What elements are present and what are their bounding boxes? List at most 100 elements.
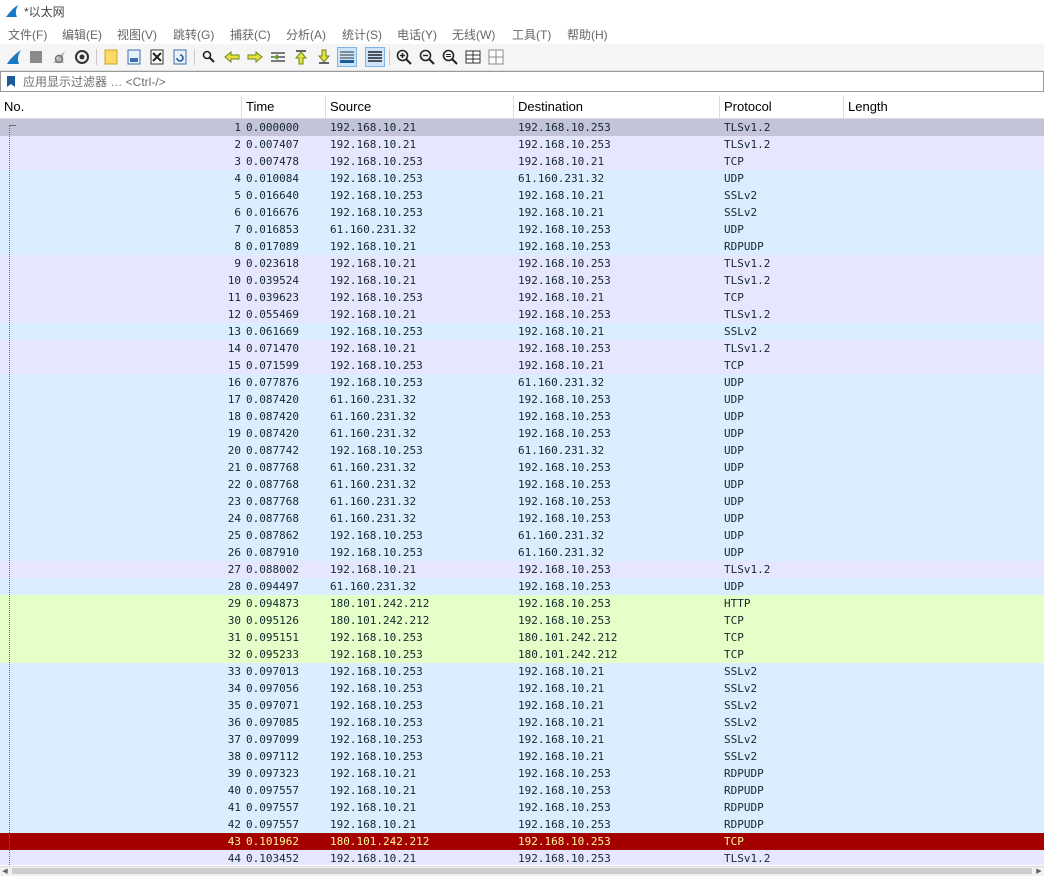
packet-no: 42 [227, 818, 241, 831]
packet-row[interactable]: 23 0.087768 61.160.231.32 192.168.10.253 UDP [0, 493, 1044, 510]
packet-row[interactable]: 43 0.101962 180.101.242.212 192.168.10.253 T… [0, 833, 1044, 850]
menu-go[interactable]: 跳转(G) [173, 26, 214, 43]
packet-row[interactable]: 15 0.071599 192.168.10.253 192.168.10.21 TCP [0, 357, 1044, 374]
packet-source: 61.160.231.32 [330, 410, 417, 423]
auto-scroll-button[interactable] [337, 47, 357, 67]
packet-row[interactable]: 19 0.087420 61.160.231.32 192.168.10.253 UDP [0, 425, 1044, 442]
close-file-button[interactable] [147, 47, 167, 67]
go-first-packet-button[interactable] [291, 47, 311, 67]
capture-options-button[interactable] [72, 47, 92, 67]
column-header-protocol[interactable]: Protocol [720, 96, 844, 118]
menu-view[interactable]: 视图(V) [117, 26, 157, 43]
packet-row[interactable]: 20 0.087742 192.168.10.253 61.160.231.32 UDP [0, 442, 1044, 459]
packet-row[interactable]: 33 0.097013 192.168.10.253 192.168.10.21 SSL… [0, 663, 1044, 680]
packet-row[interactable]: 5 0.016640 192.168.10.253 192.168.10.21 SSLv… [0, 187, 1044, 204]
packet-row[interactable]: 42 0.097557 192.168.10.21 192.168.10.253 RDP… [0, 816, 1044, 833]
toolbar-separator [96, 49, 97, 65]
packet-row[interactable]: 18 0.087420 61.160.231.32 192.168.10.253 UDP [0, 408, 1044, 425]
packet-time: 0.095126 [246, 614, 299, 627]
packet-row[interactable]: 27 0.088002 192.168.10.21 192.168.10.253 TLS… [0, 561, 1044, 578]
packet-row[interactable]: 36 0.097085 192.168.10.253 192.168.10.21 SSL… [0, 714, 1044, 731]
go-to-packet-button[interactable] [268, 47, 288, 67]
menu-telephony[interactable]: 电话(Y) [397, 26, 437, 43]
packet-time: 0.097557 [246, 801, 299, 814]
packet-row[interactable]: 16 0.077876 192.168.10.253 61.160.231.32 UDP [0, 374, 1044, 391]
packet-row[interactable]: 25 0.087862 192.168.10.253 61.160.231.32 UDP [0, 527, 1044, 544]
packet-protocol: UDP [724, 495, 744, 508]
packet-row[interactable]: 29 0.094873 180.101.242.212 192.168.10.253 H… [0, 595, 1044, 612]
packet-row[interactable]: 7 0.016853 61.160.231.32 192.168.10.253 UDP [0, 221, 1044, 238]
packet-row[interactable]: 31 0.095151 192.168.10.253 180.101.242.212 T… [0, 629, 1044, 646]
packet-row[interactable]: 9 0.023618 192.168.10.21 192.168.10.253 TLSv… [0, 255, 1044, 272]
packet-no: 13 [227, 325, 241, 338]
packet-row[interactable]: 2 0.007407 192.168.10.21 192.168.10.253 TLSv… [0, 136, 1044, 153]
menu-wireless[interactable]: 无线(W) [452, 26, 495, 43]
packet-row[interactable]: 28 0.094497 61.160.231.32 192.168.10.253 UDP [0, 578, 1044, 595]
packet-row[interactable]: 6 0.016676 192.168.10.253 192.168.10.21 SSLv… [0, 204, 1044, 221]
packet-row[interactable]: 3 0.007478 192.168.10.253 192.168.10.21 TCP [0, 153, 1044, 170]
menu-tools[interactable]: 工具(T) [512, 26, 551, 43]
packet-row[interactable]: 32 0.095233 192.168.10.253 180.101.242.212 T… [0, 646, 1044, 663]
packet-row[interactable]: 14 0.071470 192.168.10.21 192.168.10.253 TLS… [0, 340, 1044, 357]
packet-row[interactable]: 35 0.097071 192.168.10.253 192.168.10.21 SSL… [0, 697, 1044, 714]
packet-row[interactable]: 30 0.095126 180.101.242.212 192.168.10.253 T… [0, 612, 1044, 629]
column-header-time[interactable]: Time [242, 96, 326, 118]
packet-row[interactable]: 37 0.097099 192.168.10.253 192.168.10.21 SSL… [0, 731, 1044, 748]
resize-layout-button[interactable] [486, 47, 506, 67]
packet-row[interactable]: 34 0.097056 192.168.10.253 192.168.10.21 SSL… [0, 680, 1044, 697]
menu-file[interactable]: 文件(F) [8, 26, 47, 43]
packet-row[interactable]: 4 0.010084 192.168.10.253 61.160.231.32 UDP [0, 170, 1044, 187]
menu-edit[interactable]: 编辑(E) [62, 26, 102, 43]
packet-time: 0.071599 [246, 359, 299, 372]
packet-row[interactable]: 17 0.087420 61.160.231.32 192.168.10.253 UDP [0, 391, 1044, 408]
packet-row[interactable]: 39 0.097323 192.168.10.21 192.168.10.253 RDP… [0, 765, 1044, 782]
find-packet-button[interactable] [199, 47, 219, 67]
packet-protocol: TCP [724, 291, 744, 304]
menu-capture[interactable]: 捕获(C) [230, 26, 271, 43]
packet-row[interactable]: 13 0.061669 192.168.10.253 192.168.10.21 SSL… [0, 323, 1044, 340]
packet-time: 0.087768 [246, 478, 299, 491]
resize-columns-button[interactable] [463, 47, 483, 67]
column-header-length[interactable]: Length [844, 96, 1044, 118]
packet-list[interactable]: 1 0.000000 192.168.10.21 192.168.10.253 TLSv… [0, 119, 1044, 865]
packet-row[interactable]: 8 0.017089 192.168.10.21 192.168.10.253 RDPU… [0, 238, 1044, 255]
packet-protocol: TLSv1.2 [724, 308, 771, 321]
packet-row[interactable]: 22 0.087768 61.160.231.32 192.168.10.253 UDP [0, 476, 1044, 493]
save-file-button[interactable] [124, 47, 144, 67]
packet-row[interactable]: 26 0.087910 192.168.10.253 61.160.231.32 UDP [0, 544, 1044, 561]
restart-capture-button[interactable] [49, 47, 69, 67]
bookmark-icon[interactable] [6, 75, 16, 88]
packet-row[interactable]: 11 0.039623 192.168.10.253 192.168.10.21 TCP [0, 289, 1044, 306]
packet-destination: 192.168.10.253 [518, 597, 611, 610]
normal-size-button[interactable] [440, 47, 460, 67]
packet-row[interactable]: 44 0.103452 192.168.10.21 192.168.10.253 TLS… [0, 850, 1044, 865]
packet-time: 0.010084 [246, 172, 299, 185]
menu-help[interactable]: 帮助(H) [567, 26, 608, 43]
go-forward-button[interactable] [245, 47, 265, 67]
column-header-no[interactable]: No. [0, 96, 242, 118]
packet-row[interactable]: 1 0.000000 192.168.10.21 192.168.10.253 TLSv… [0, 119, 1044, 136]
start-capture-button[interactable] [4, 47, 24, 67]
menu-statistics[interactable]: 统计(S) [342, 26, 382, 43]
display-filter-input[interactable] [23, 73, 1033, 90]
packet-row[interactable]: 24 0.087768 61.160.231.32 192.168.10.253 UDP [0, 510, 1044, 527]
packet-row[interactable]: 41 0.097557 192.168.10.21 192.168.10.253 RDP… [0, 799, 1044, 816]
colorize-button[interactable] [365, 47, 385, 67]
packet-row[interactable]: 40 0.097557 192.168.10.21 192.168.10.253 RDP… [0, 782, 1044, 799]
open-file-button[interactable] [101, 47, 121, 67]
packet-row[interactable]: 12 0.055469 192.168.10.21 192.168.10.253 TLS… [0, 306, 1044, 323]
packet-row[interactable]: 21 0.087768 61.160.231.32 192.168.10.253 UDP [0, 459, 1044, 476]
column-header-destination[interactable]: Destination [514, 96, 720, 118]
stop-capture-button[interactable] [26, 47, 46, 67]
column-header-source[interactable]: Source [326, 96, 514, 118]
go-back-button[interactable] [222, 47, 242, 67]
zoom-in-button[interactable] [394, 47, 414, 67]
reload-file-button[interactable] [170, 47, 190, 67]
packet-time: 0.095233 [246, 648, 299, 661]
packet-row[interactable]: 10 0.039524 192.168.10.21 192.168.10.253 TLS… [0, 272, 1044, 289]
menu-analyze[interactable]: 分析(A) [286, 26, 326, 43]
scrollbar-thumb[interactable] [12, 868, 1032, 874]
packet-row[interactable]: 38 0.097112 192.168.10.253 192.168.10.21 SSL… [0, 748, 1044, 765]
go-last-packet-button[interactable] [314, 47, 334, 67]
zoom-out-button[interactable] [417, 47, 437, 67]
